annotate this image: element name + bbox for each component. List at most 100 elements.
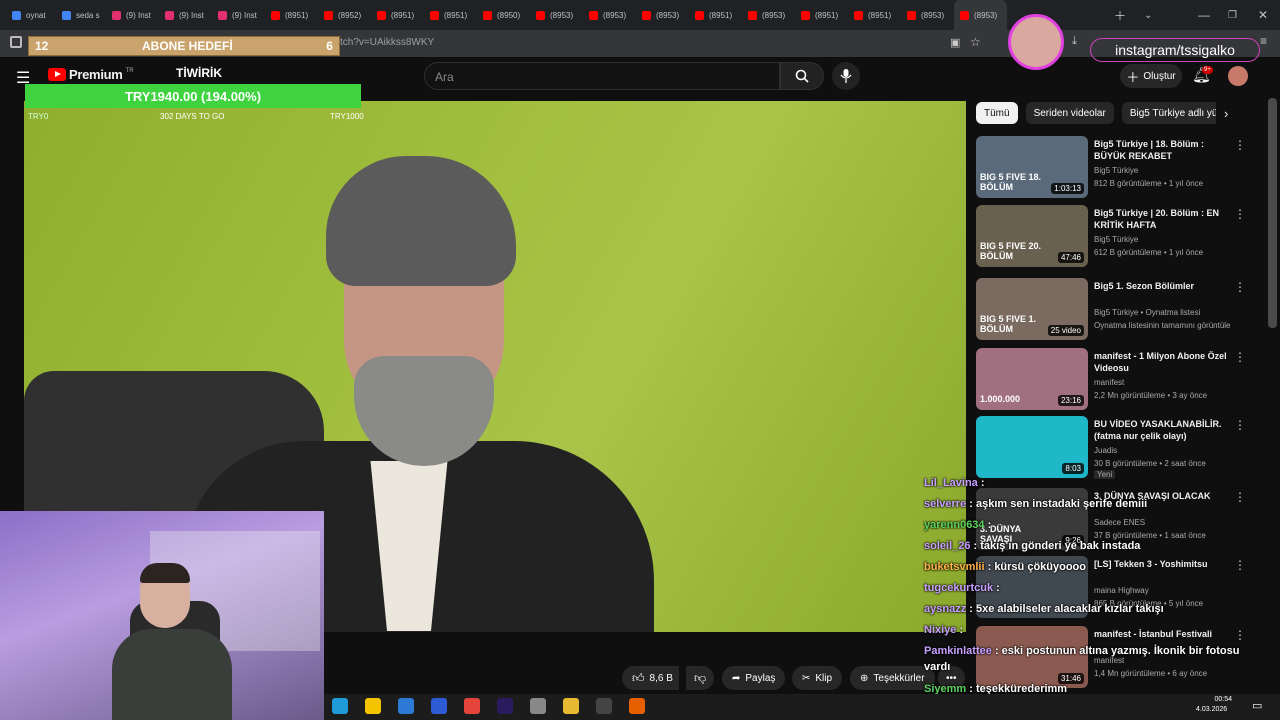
obs-icon[interactable] [596, 698, 612, 714]
recommendation-title[interactable]: Big5 Türkiye | 20. Bölüm : EN KRİTİK HAF… [1094, 207, 1234, 231]
chips-next-icon[interactable]: › [1224, 106, 1228, 121]
sidebar-toggle-icon[interactable] [10, 36, 22, 48]
download-icon[interactable]: ⤓ [1072, 35, 1077, 48]
chrome-icon[interactable] [464, 698, 480, 714]
recommendation-channel[interactable]: Juadis [1094, 446, 1244, 455]
browser-tab[interactable]: (9) Inst [106, 0, 159, 30]
more-options-icon[interactable]: ⋮ [1234, 138, 1246, 152]
create-button[interactable]: ＋ Oluştur [1120, 64, 1182, 88]
browser-tab[interactable]: (8951) [689, 0, 742, 30]
voice-search-button[interactable] [832, 62, 860, 90]
search-input[interactable]: Ara [424, 62, 780, 90]
browser-tab[interactable]: (8951) [795, 0, 848, 30]
browser-tab[interactable]: (8953) [636, 0, 689, 30]
chip-all[interactable]: Tümü [976, 102, 1018, 124]
recommendation-channel[interactable]: Sadece ENES [1094, 518, 1244, 527]
clock-date[interactable]: 4.03.2026 [1196, 706, 1227, 713]
clock-time[interactable]: 00:54 [1208, 696, 1232, 703]
browser-menu-icon[interactable]: ≡ [1260, 34, 1267, 48]
minimize-icon[interactable]: — [1198, 0, 1210, 30]
more-options-icon[interactable]: ⋮ [1234, 207, 1246, 221]
screenshot-icon[interactable]: ▣ [950, 36, 960, 49]
new-tab-button[interactable]: ＋ [1114, 0, 1126, 30]
recommendation-title[interactable]: manifest - 1 Milyon Abone Özel Videosu [1094, 350, 1234, 374]
browser-tab[interactable]: (8951) [265, 0, 318, 30]
browser-tab[interactable]: (8951) [424, 0, 477, 30]
browser-tab[interactable]: (9) Inst [212, 0, 265, 30]
recommendation-channel[interactable]: Big5 Türkiye [1094, 235, 1244, 244]
more-options-icon[interactable]: ⋮ [1234, 628, 1246, 642]
recommendation-channel[interactable]: Big5 Türkiye [1094, 166, 1244, 175]
donation-target: TRY1000 [330, 112, 364, 121]
recommendation-item[interactable]: 8:03 BU VİDEO YASAKLANABİLİR. (fatma nur … [976, 416, 1266, 480]
notification-center-icon[interactable]: ▭ [1252, 699, 1262, 712]
recommendation-channel[interactable]: Big5 Türkiye • Oynatma listesi [1094, 308, 1244, 317]
browser-tab[interactable]: oynat [6, 0, 56, 30]
folder-icon[interactable] [563, 698, 579, 714]
firefox-icon[interactable] [629, 698, 645, 714]
search-button[interactable] [780, 62, 824, 90]
video-thumbnail[interactable]: 1.000.000 23:16 [976, 348, 1088, 410]
browser-tab[interactable]: (8950) [477, 0, 530, 30]
browser-tab[interactable]: (8953) [583, 0, 636, 30]
video-thumbnail[interactable]: 8:03 [976, 416, 1088, 478]
recommendation-item[interactable]: BIG 5 FIVE 18. BÖLÜM 1:03:13 Big5 Türkiye … [976, 136, 1266, 200]
tab-favicon-icon [960, 10, 969, 20]
browser-tab[interactable]: (8951) [848, 0, 901, 30]
youtube-logo[interactable]: Premium TR [48, 67, 134, 82]
browser-tab[interactable]: (8953) [954, 0, 1007, 30]
dislike-button[interactable]: 👎︎ [686, 666, 715, 690]
thanks-button[interactable]: ⊕ Teşekkürler [850, 666, 935, 690]
more-options-icon[interactable]: ⋮ [1234, 490, 1246, 504]
tab-search-icon[interactable]: ⌄ [1144, 0, 1152, 30]
video-thumbnail[interactable]: BIG 5 FIVE 18. BÖLÜM 1:03:13 [976, 136, 1088, 198]
more-options-icon[interactable]: ⋮ [1234, 418, 1246, 432]
recommendation-item[interactable]: BIG 5 FIVE 20. BÖLÜM 47:46 Big5 Türkiye | … [976, 205, 1266, 269]
premiere-icon[interactable] [497, 698, 513, 714]
browser-tab[interactable]: (8953) [742, 0, 795, 30]
bookmark-star-icon[interactable]: ☆ [970, 35, 981, 49]
edge-icon[interactable] [332, 698, 348, 714]
video-thumbnail[interactable]: BIG 5 FIVE 20. BÖLÜM 47:46 [976, 205, 1088, 267]
chip-uploader[interactable]: Big5 Türkiye adlı yük [1121, 102, 1216, 124]
recommendation-title[interactable]: Big5 1. Sezon Bölümler [1094, 280, 1234, 292]
url-text[interactable]: tch?v=UAikkss8WKY [340, 37, 434, 48]
video-thumbnail[interactable]: 31:46 [976, 626, 1088, 688]
page-scrollbar[interactable] [1268, 98, 1277, 328]
store-icon[interactable] [365, 698, 381, 714]
donation-start: TRY0 [28, 112, 49, 121]
maximize-icon[interactable]: ❐ [1228, 0, 1237, 30]
video-thumbnail[interactable]: BIG 5 FIVE 1. BÖLÜM 25 video [976, 278, 1088, 340]
browser-tab[interactable]: (8953) [901, 0, 954, 30]
chat-text: : takış ın gönderi ye bak instada [973, 540, 1141, 552]
close-icon[interactable]: ✕ [1258, 0, 1268, 30]
browser-tab[interactable]: (8953) [530, 0, 583, 30]
share-button[interactable]: ➦ Paylaş [722, 666, 786, 690]
recommendation-title[interactable]: manifest - İstanbul Festivali [1094, 628, 1234, 640]
browser-tab[interactable]: seda s [56, 0, 106, 30]
recommendation-channel[interactable]: manifest [1094, 378, 1244, 387]
recommendation-item[interactable]: 1.000.000 23:16 manifest - 1 Milyon Abone … [976, 348, 1266, 412]
recommendation-title[interactable]: BU VİDEO YASAKLANABİLİR. (fatma nur çeli… [1094, 418, 1234, 442]
like-button[interactable]: 👍︎ 8,6 B [622, 666, 679, 690]
browser-tab[interactable]: (8951) [371, 0, 424, 30]
share-label: Paylaş [745, 672, 776, 684]
clip-button[interactable]: ✂ Klip [792, 666, 843, 690]
more-options-icon[interactable]: ⋮ [1234, 280, 1246, 294]
recommendation-item[interactable]: 31:46 manifest - İstanbul Festivali manife… [976, 626, 1266, 690]
app-icon[interactable] [530, 698, 546, 714]
recommendation-item[interactable]: BIG 5 FIVE 1. BÖLÜM 25 video Big5 1. Sezon… [976, 278, 1266, 342]
browser-tab[interactable]: (9) Inst [159, 0, 212, 30]
recommendation-channel[interactable]: manifest [1094, 656, 1244, 665]
mail-icon[interactable] [398, 698, 414, 714]
more-options-icon[interactable]: ⋮ [1234, 350, 1246, 364]
account-avatar[interactable] [1228, 66, 1248, 86]
recommendation-title[interactable]: Big5 Türkiye | 18. Bölüm : BÜYÜK REKABET [1094, 138, 1234, 162]
dropbox-icon[interactable] [431, 698, 447, 714]
chip-series[interactable]: Seriden videolar [1025, 102, 1114, 124]
more-options-icon[interactable]: ⋮ [1234, 558, 1246, 572]
chat-text: : aşkım sen instadaki şerife demiii [969, 498, 1148, 510]
recommendation-channel[interactable]: maina Highway [1094, 586, 1244, 595]
recommendation-title[interactable]: [LS] Tekken 3 - Yoshimitsu [1094, 558, 1234, 570]
browser-tab[interactable]: (8952) [318, 0, 371, 30]
